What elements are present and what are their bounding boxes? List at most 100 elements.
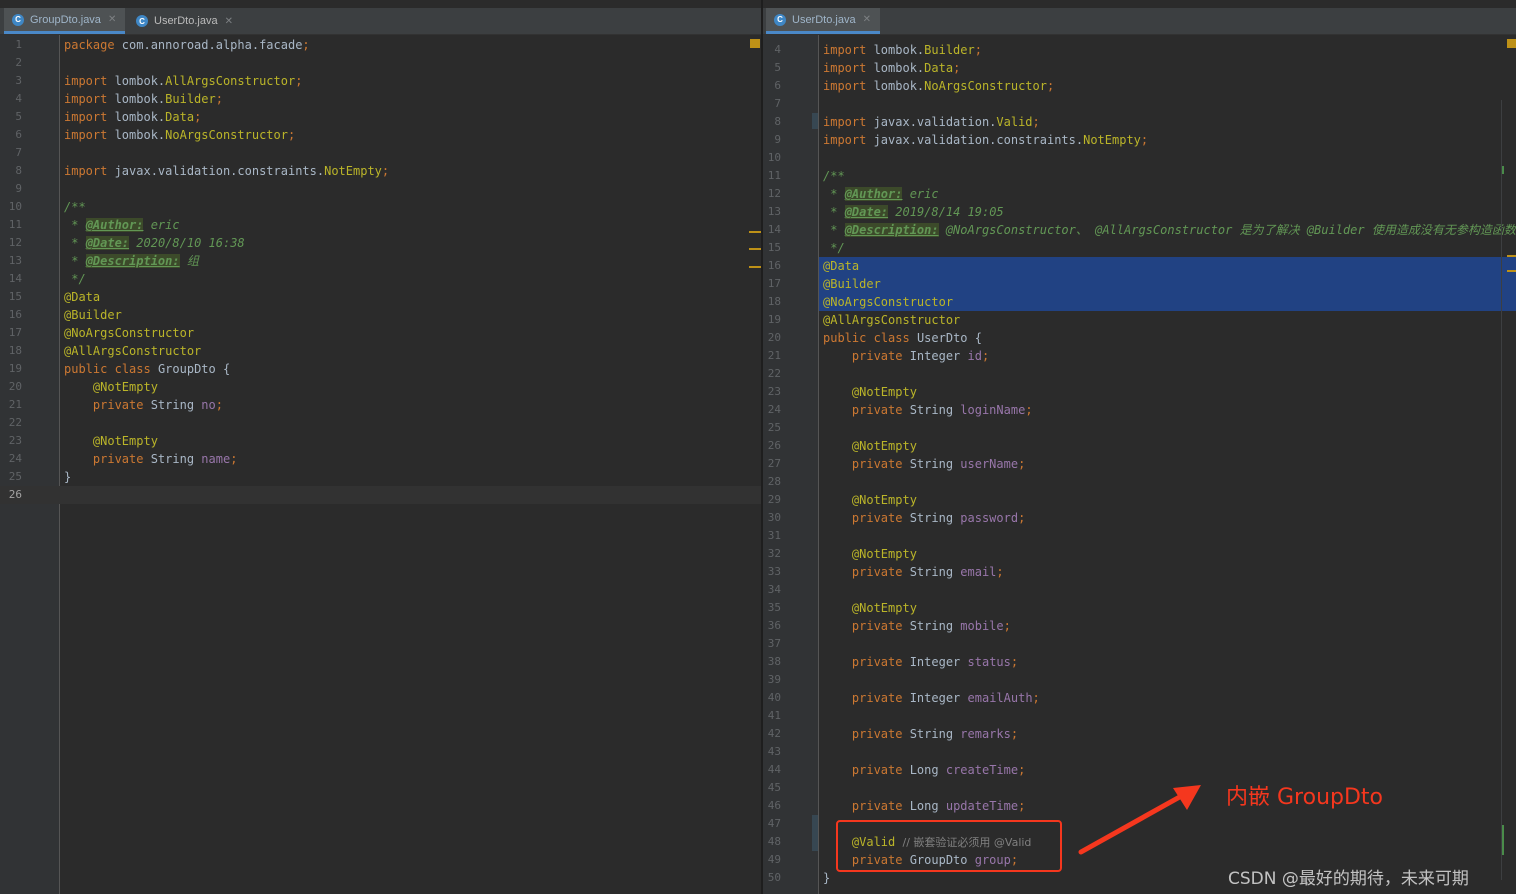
code-line[interactable]: 12 * @Author: eric <box>763 185 1516 203</box>
code-line[interactable]: 29 @NotEmpty <box>763 491 1516 509</box>
code-line[interactable]: 15 */ <box>763 239 1516 257</box>
code-line[interactable]: 43 <box>763 743 1516 761</box>
code-line[interactable]: 5 import lombok.Data; <box>0 108 761 126</box>
code-line[interactable]: 25 <box>763 419 1516 437</box>
code-line[interactable]: 36 private String mobile; <box>763 617 1516 635</box>
code-line[interactable]: 6 import lombok.NoArgsConstructor; <box>763 77 1516 95</box>
code-line[interactable]: 19 public class GroupDto { <box>0 360 761 378</box>
code-line[interactable]: 31 <box>763 527 1516 545</box>
code-line[interactable]: 21 private String no; <box>0 396 761 414</box>
code-line[interactable]: 35 @NotEmpty <box>763 599 1516 617</box>
code-editor[interactable]: 4 import lombok.Builder; 5 import lombok.Da… <box>763 35 1516 894</box>
code-line[interactable]: 23 @NotEmpty <box>763 383 1516 401</box>
code-line[interactable]: 13 * @Description: 组 <box>0 252 761 270</box>
code-line[interactable]: 24 private String loginName; <box>763 401 1516 419</box>
code-line[interactable]: 27 private String userName; <box>763 455 1516 473</box>
close-tab-icon[interactable]: ✕ <box>863 14 871 25</box>
code-line[interactable]: 16 @Builder <box>0 306 761 324</box>
code-line[interactable]: 15 @Data <box>0 288 761 306</box>
code-line[interactable]: 1 package com.annoroad.alpha.facade; <box>0 36 761 54</box>
code-line[interactable]: 13 * @Date: 2019/8/14 19:05 <box>763 203 1516 221</box>
code-line[interactable]: 20 @NotEmpty <box>0 378 761 396</box>
diff-marker <box>749 266 761 268</box>
code-line[interactable]: 26 <box>0 486 761 504</box>
code-line[interactable]: 2 <box>0 54 761 72</box>
line-number: 16 <box>767 259 781 272</box>
code-text: @NotEmpty <box>92 434 158 448</box>
code-line[interactable]: 30 private String password; <box>763 509 1516 527</box>
code-line[interactable]: 17 @NoArgsConstructor <box>0 324 761 342</box>
code-line[interactable]: 39 <box>763 671 1516 689</box>
code-line[interactable]: 33 private String email; <box>763 563 1516 581</box>
code-line[interactable]: 11 * @Author: eric <box>0 216 761 234</box>
diff-marker <box>749 231 761 233</box>
code-line[interactable]: 21 private Integer id; <box>763 347 1516 365</box>
code-line[interactable]: 18 @AllArgsConstructor <box>0 342 761 360</box>
code-line[interactable]: 12 * @Date: 2020/8/10 16:38 <box>0 234 761 252</box>
code-line[interactable]: 28 <box>763 473 1516 491</box>
code-line[interactable]: 40 private Integer emailAuth; <box>763 689 1516 707</box>
tab-userdto[interactable]: C UserDto.java ✕ <box>128 8 244 34</box>
code-line[interactable]: 10 /** <box>0 198 761 216</box>
code-line[interactable]: 19 @AllArgsConstructor <box>763 311 1516 329</box>
code-line[interactable]: 14 * @Description: @NoArgsConstructor、 @… <box>763 221 1516 239</box>
code-line[interactable]: 23 @NotEmpty <box>0 432 761 450</box>
line-number: 14 <box>8 272 22 285</box>
line-number: 17 <box>767 277 781 290</box>
code-line[interactable]: 22 <box>0 414 761 432</box>
line-number: 44 <box>767 763 781 776</box>
line-number: 26 <box>767 439 781 452</box>
code-editor[interactable]: 1 package com.annoroad.alpha.facade; 2 3 imp… <box>0 35 761 894</box>
code-text: /** <box>823 169 845 183</box>
code-line[interactable]: 9 import javax.validation.constraints.Not… <box>763 131 1516 149</box>
code-line[interactable]: 16 @Data <box>763 257 1516 275</box>
code-line[interactable]: 6 import lombok.NoArgsConstructor; <box>0 126 761 144</box>
close-tab-icon[interactable]: ✕ <box>225 16 233 27</box>
code-text: import lombok.Data; <box>823 61 961 75</box>
code-line[interactable]: 34 <box>763 581 1516 599</box>
line-number: 7 <box>774 97 781 110</box>
code-text: @AllArgsConstructor <box>823 313 961 327</box>
code-line[interactable]: 17 @Builder <box>763 275 1516 293</box>
code-line[interactable]: 26 @NotEmpty <box>763 437 1516 455</box>
code-line[interactable]: 7 <box>763 95 1516 113</box>
code-line[interactable]: 4 import lombok.Builder; <box>763 41 1516 59</box>
code-line[interactable]: 5 import lombok.Data; <box>763 59 1516 77</box>
warning-marker[interactable] <box>750 39 760 48</box>
code-text: @NoArgsConstructor <box>823 295 954 309</box>
tab-userdto[interactable]: C UserDto.java ✕ <box>766 8 880 34</box>
line-number: 8 <box>774 115 781 128</box>
code-line[interactable]: 4 import lombok.Builder; <box>0 90 761 108</box>
code-line[interactable]: 8 import javax.validation.Valid; <box>763 113 1516 131</box>
code-line[interactable]: 3 import lombok.AllArgsConstructor; <box>0 72 761 90</box>
line-number: 8 <box>15 164 22 177</box>
code-line[interactable]: 32 @NotEmpty <box>763 545 1516 563</box>
tab-groupdto[interactable]: C GroupDto.java ✕ <box>4 8 125 34</box>
code-line[interactable]: 11 /** <box>763 167 1516 185</box>
code-line[interactable]: 8 import javax.validation.constraints.Not… <box>0 162 761 180</box>
code-line[interactable]: 18 @NoArgsConstructor <box>763 293 1516 311</box>
code-line[interactable]: 22 <box>763 365 1516 383</box>
code-line[interactable]: 37 <box>763 635 1516 653</box>
line-number: 49 <box>767 853 781 866</box>
code-line[interactable]: 38 private Integer status; <box>763 653 1516 671</box>
code-text: private String name; <box>92 452 238 466</box>
scrollbar-track[interactable] <box>1501 100 1502 880</box>
code-line[interactable]: 14 */ <box>0 270 761 288</box>
code-line[interactable]: 25} <box>0 468 761 486</box>
line-number: 10 <box>767 151 781 164</box>
code-line[interactable]: 9 <box>0 180 761 198</box>
code-text: private Long updateTime; <box>851 799 1026 813</box>
line-number: 36 <box>767 619 781 632</box>
line-number: 35 <box>767 601 781 614</box>
close-tab-icon[interactable]: ✕ <box>108 14 116 25</box>
code-line[interactable]: 10 <box>763 149 1516 167</box>
code-line[interactable]: 20 public class UserDto { <box>763 329 1516 347</box>
line-number: 43 <box>767 745 781 758</box>
code-line[interactable]: 42 private String remarks; <box>763 725 1516 743</box>
warning-marker[interactable] <box>1507 39 1516 48</box>
code-line[interactable]: 7 <box>0 144 761 162</box>
code-line[interactable]: 41 <box>763 707 1516 725</box>
code-line[interactable]: 24 private String name; <box>0 450 761 468</box>
code-line[interactable]: 44 private Long createTime; <box>763 761 1516 779</box>
